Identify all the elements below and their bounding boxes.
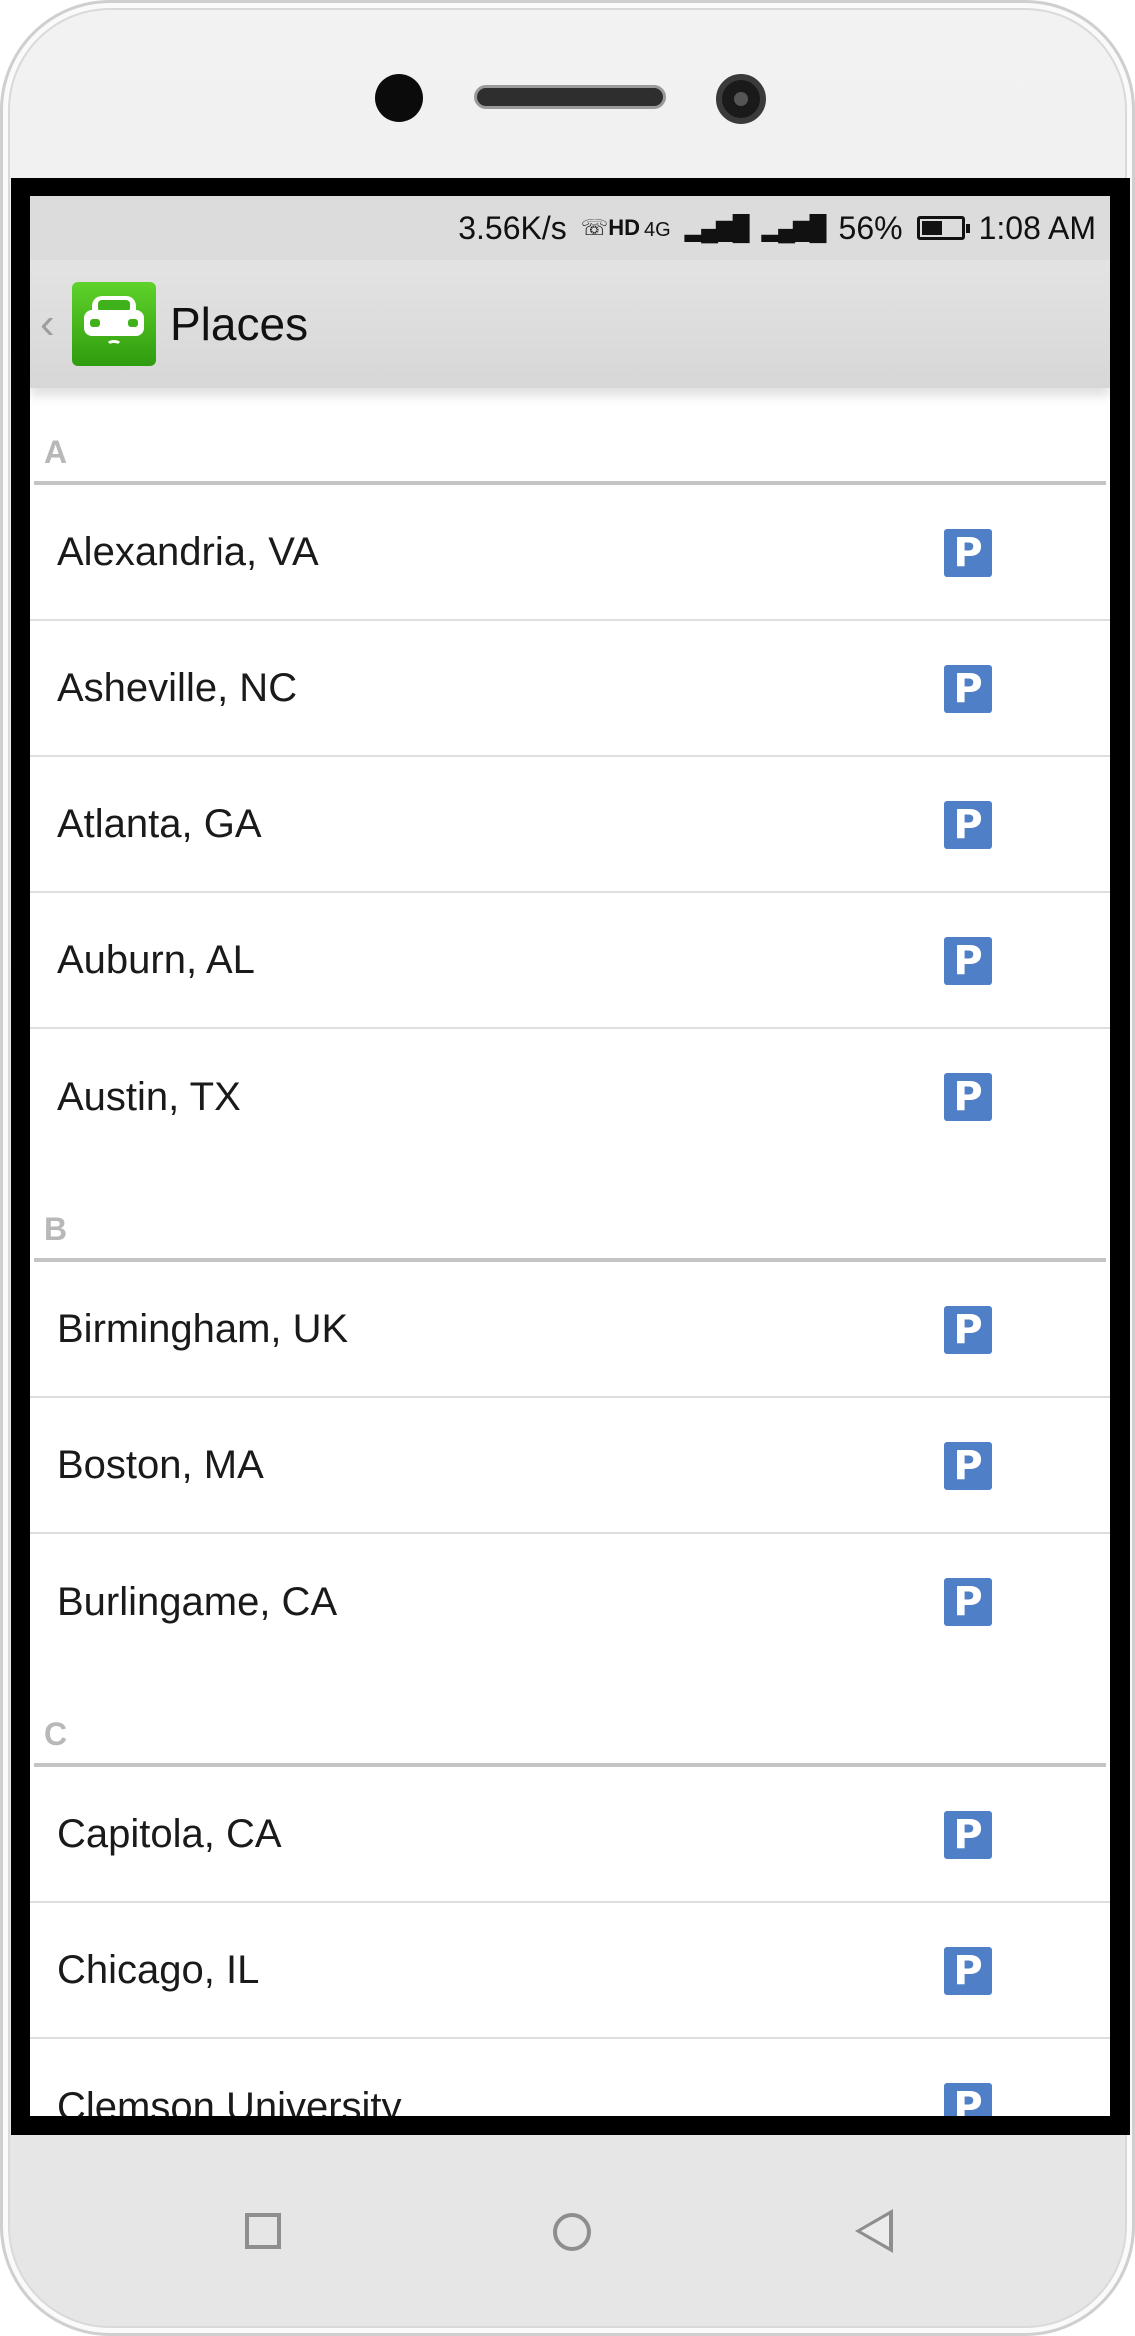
place-name: Auburn, AL [57, 937, 255, 982]
status-bar: 3.56K/s ☏HD 4G ▂▄▆█ ▂▄▆█ 56% 1:08 AM [30, 196, 1110, 260]
parking-icon: P [944, 1306, 992, 1354]
place-name: Chicago, IL [57, 1947, 260, 1992]
network-type-icon: 4G ▂▄▆█ [644, 214, 750, 242]
phone-frame: 3.56K/s ☏HD 4G ▂▄▆█ ▂▄▆█ 56% 1:08 AM ‹ Pl… [0, 0, 1135, 2336]
back-chevron-icon[interactable]: ‹ [40, 302, 70, 346]
section-letter: B [44, 1211, 68, 1247]
parking-icon: P [944, 801, 992, 849]
parking-icon: P [944, 937, 992, 985]
parking-icon: P [944, 2083, 992, 2116]
places-list[interactable]: A Alexandria, VA P Asheville, NC P Atlan… [30, 388, 1110, 2116]
section-letter: C [44, 1716, 68, 1752]
app-bar[interactable]: ‹ Places [30, 260, 1110, 388]
front-sensor [375, 74, 423, 122]
place-name: Asheville, NC [57, 665, 298, 710]
list-item[interactable]: Atlanta, GA P [30, 757, 1110, 893]
parking-icon: P [944, 529, 992, 577]
parking-icon: P [944, 1578, 992, 1626]
parking-icon: P [944, 1442, 992, 1490]
battery-percent: 56% [838, 209, 903, 246]
parking-icon: P [944, 665, 992, 713]
clock: 1:08 AM [978, 209, 1096, 246]
parking-icon: P [944, 1073, 992, 1121]
list-item[interactable]: Birmingham, UK P [30, 1262, 1110, 1398]
hd-voice-icon: ☏HD [580, 215, 641, 240]
front-camera [716, 74, 766, 124]
place-name: Austin, TX [57, 1074, 241, 1119]
place-name: Burlingame, CA [57, 1579, 338, 1624]
car-app-icon[interactable] [72, 282, 156, 366]
place-name: Atlanta, GA [57, 801, 262, 846]
parking-icon: P [944, 1947, 992, 1995]
list-item[interactable]: Capitola, CA P [30, 1767, 1110, 1903]
list-item[interactable]: Alexandria, VA P [30, 485, 1110, 621]
section-header-c: C [30, 1670, 1110, 1767]
section-letter: A [44, 434, 68, 470]
battery-icon [916, 216, 970, 240]
screen: 3.56K/s ☏HD 4G ▂▄▆█ ▂▄▆█ 56% 1:08 AM ‹ Pl… [30, 196, 1110, 2116]
list-item[interactable]: Auburn, AL P [30, 893, 1110, 1029]
section-header-a: A [30, 388, 1110, 485]
home-icon[interactable] [553, 2213, 591, 2251]
earpiece-speaker [474, 85, 666, 109]
recent-apps-icon[interactable] [245, 2213, 281, 2249]
signal-icon: ▂▄▆█ [761, 214, 827, 242]
list-item[interactable]: Boston, MA P [30, 1398, 1110, 1534]
network-speed: 3.56K/s [458, 209, 567, 246]
page-title: Places [170, 298, 309, 350]
list-item[interactable]: Asheville, NC P [30, 621, 1110, 757]
place-name: Capitola, CA [57, 1811, 282, 1856]
section-header-b: B [30, 1165, 1110, 1262]
list-item[interactable]: Chicago, IL P [30, 1903, 1110, 2039]
list-item[interactable]: Clemson University P [30, 2039, 1110, 2116]
place-name: Clemson University [57, 2084, 402, 2117]
place-name: Birmingham, UK [57, 1306, 349, 1351]
place-name: Boston, MA [57, 1442, 264, 1487]
back-triangle-icon[interactable] [855, 2209, 893, 2253]
place-name: Alexandria, VA [57, 529, 319, 574]
parking-icon: P [944, 1811, 992, 1859]
list-item[interactable]: Austin, TX P [30, 1029, 1110, 1165]
list-item[interactable]: Burlingame, CA P [30, 1534, 1110, 1670]
